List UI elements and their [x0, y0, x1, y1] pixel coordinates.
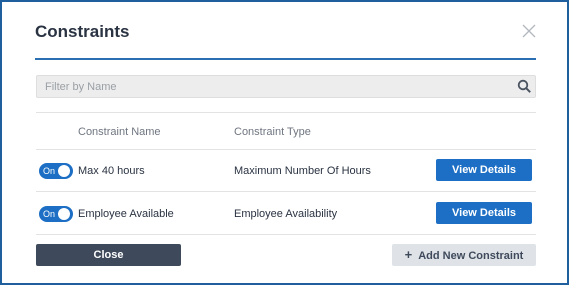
toggle-knob: [58, 208, 70, 220]
filter-box: [36, 75, 536, 98]
toggle-label: On: [43, 209, 56, 219]
close-button[interactable]: Close: [36, 244, 181, 266]
column-header-type: Constraint Type: [234, 126, 311, 138]
toggle-label: On: [43, 166, 56, 176]
title-divider: [35, 58, 536, 60]
close-icon[interactable]: [520, 22, 538, 40]
enabled-toggle[interactable]: On: [39, 206, 73, 222]
filter-input[interactable]: [37, 76, 515, 97]
view-details-button[interactable]: View Details: [436, 202, 532, 224]
toggle-knob: [58, 165, 70, 177]
divider: [36, 112, 536, 113]
plus-icon: +: [404, 247, 413, 262]
constraint-name: Max 40 hours: [78, 165, 145, 177]
constraint-type: Employee Availability: [234, 208, 338, 220]
constraint-type: Maximum Number Of Hours: [234, 165, 371, 177]
enabled-toggle[interactable]: On: [39, 163, 73, 179]
constraints-dialog: Constraints Constraint Name Constraint T…: [0, 0, 569, 285]
view-details-button[interactable]: View Details: [436, 159, 532, 181]
column-header-name: Constraint Name: [78, 126, 161, 138]
add-new-constraint-button[interactable]: + Add New Constraint: [392, 244, 536, 266]
dialog-title: Constraints: [35, 22, 130, 41]
search-icon[interactable]: [517, 79, 532, 94]
add-button-label: Add New Constraint: [418, 250, 524, 262]
divider: [36, 149, 536, 150]
constraint-name: Employee Available: [78, 208, 174, 220]
divider: [36, 191, 536, 192]
divider: [36, 234, 536, 235]
